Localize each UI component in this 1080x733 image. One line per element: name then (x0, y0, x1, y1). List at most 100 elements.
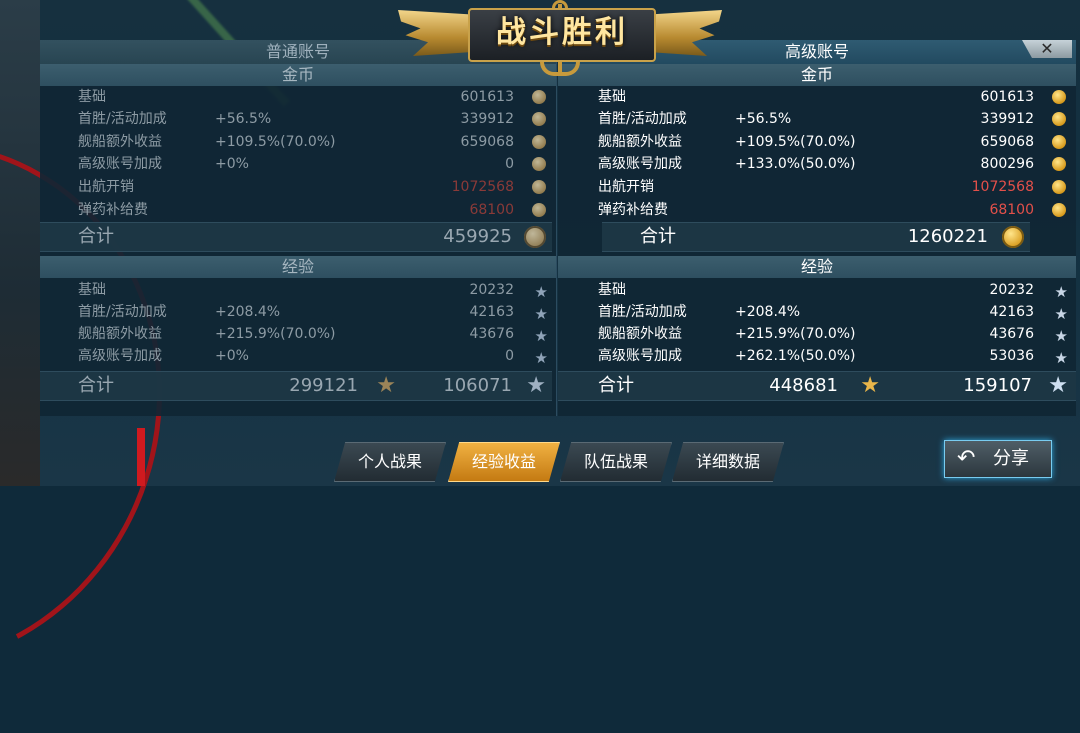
row-label: 高级账号加成 (78, 348, 162, 364)
star-icon: ★ (534, 283, 548, 301)
row-bonus: +215.9%(70.0%) (215, 326, 336, 342)
share-label: 分享 (993, 448, 1029, 469)
coin-icon (532, 180, 546, 194)
coin-icon (1052, 157, 1066, 171)
row-label: 高级账号加成 (598, 348, 682, 364)
row-label: 基础 (598, 282, 626, 298)
row-bonus: +0% (215, 156, 249, 172)
gold-total-value: 1260221 (907, 226, 988, 247)
star-icon: ★ (534, 327, 548, 345)
gold-row: 弹药补给费 68100 (40, 199, 556, 221)
row-value: 20232 (989, 282, 1034, 298)
total-label: 合计 (78, 375, 114, 396)
row-value: 339912 (980, 111, 1034, 127)
exp-total-silver-value: 106071 (443, 375, 512, 396)
silver-star-icon: ★ (526, 373, 546, 398)
total-label: 合计 (640, 226, 676, 247)
star-icon: ★ (1054, 283, 1068, 301)
tab-exp-earnings[interactable]: 经验收益 (448, 442, 560, 482)
row-value: 601613 (460, 89, 514, 105)
coin-icon (1052, 203, 1066, 217)
row-value: 43676 (989, 326, 1034, 342)
exp-total-gold-value: 448681 (769, 375, 838, 396)
row-bonus: +109.5%(70.0%) (735, 134, 856, 150)
row-value: 800296 (980, 156, 1034, 172)
coin-icon (524, 226, 546, 248)
silver-star-icon: ★ (1048, 373, 1068, 398)
row-bonus: +56.5% (735, 111, 792, 127)
gold-row: 首胜/活动加成 +56.5% 339912 (558, 108, 1076, 130)
row-value: 0 (505, 348, 514, 364)
star-icon: ★ (534, 349, 548, 367)
coin-icon (1052, 135, 1066, 149)
gold-row: 基础 601613 (40, 86, 556, 108)
row-value-cost: 68100 (469, 202, 514, 218)
coin-icon (532, 203, 546, 217)
row-label: 舰船额外收益 (78, 326, 162, 342)
exp-total-silver-value: 159107 (963, 375, 1032, 396)
exp-row: 舰船额外收益 +215.9%(70.0%) 43676 ★ (558, 323, 1076, 345)
total-label: 合计 (598, 375, 634, 396)
row-bonus: +109.5%(70.0%) (215, 134, 336, 150)
row-label: 舰船额外收益 (598, 326, 682, 342)
row-label: 舰船额外收益 (78, 134, 162, 150)
tab-personal-results[interactable]: 个人战果 (334, 442, 446, 482)
row-label: 出航开销 (78, 179, 134, 195)
exp-section-header: 经验 (40, 256, 556, 278)
exp-section-header: 经验 (558, 256, 1076, 278)
gold-row: 基础 601613 (558, 86, 1076, 108)
row-label: 首胜/活动加成 (78, 111, 167, 127)
row-bonus: +208.4% (215, 304, 281, 320)
row-value: 42163 (989, 304, 1034, 320)
star-icon: ★ (1054, 305, 1068, 323)
exp-total-row: 合计 448681 ★ 159107 ★ (558, 371, 1076, 401)
gold-total-row: 合计 459925 (40, 222, 552, 252)
battle-result-title: 战斗胜利 (496, 15, 628, 50)
gold-row: 舰船额外收益 +109.5%(70.0%) 659068 (40, 131, 556, 153)
row-value: 339912 (460, 111, 514, 127)
row-bonus: +208.4% (735, 304, 801, 320)
row-bonus: +215.9%(70.0%) (735, 326, 856, 342)
row-value: 601613 (980, 89, 1034, 105)
coin-icon (1052, 112, 1066, 126)
gold-star-icon: ★ (860, 373, 880, 398)
row-label: 基础 (598, 89, 626, 105)
coin-icon (532, 157, 546, 171)
exp-total-gold-value: 299121 (289, 375, 358, 396)
exp-row: 高级账号加成 +262.1%(50.0%) 53036 ★ (558, 345, 1076, 367)
exp-row: 高级账号加成 +0% 0 ★ (40, 345, 556, 367)
row-label: 基础 (78, 282, 106, 298)
exp-row: 舰船额外收益 +215.9%(70.0%) 43676 ★ (40, 323, 556, 345)
gold-row: 舰船额外收益 +109.5%(70.0%) 659068 (558, 131, 1076, 153)
row-label: 高级账号加成 (78, 156, 162, 172)
row-value: 43676 (469, 326, 514, 342)
tab-detailed-data[interactable]: 详细数据 (672, 442, 784, 482)
gold-row: 高级账号加成 +0% 0 (40, 153, 556, 175)
exp-row: 基础 20232 ★ (40, 279, 556, 301)
exp-row: 首胜/活动加成 +208.4% 42163 ★ (558, 301, 1076, 323)
row-value-cost: 68100 (989, 202, 1034, 218)
row-bonus: +133.0%(50.0%) (735, 156, 856, 172)
exp-total-row: 合计 299121 ★ 106071 ★ (40, 371, 552, 401)
gold-row: 首胜/活动加成 +56.5% 339912 (40, 108, 556, 130)
row-value: 0 (505, 156, 514, 172)
total-label: 合计 (78, 226, 114, 247)
exp-row: 基础 20232 ★ (558, 279, 1076, 301)
row-value-cost: 1072568 (451, 179, 514, 195)
tab-team-results[interactable]: 队伍战果 (560, 442, 672, 482)
coin-icon (532, 90, 546, 104)
row-bonus: +262.1%(50.0%) (735, 348, 856, 364)
row-label: 弹药补给费 (78, 202, 148, 218)
row-label: 出航开销 (598, 179, 654, 195)
star-icon: ★ (1054, 327, 1068, 345)
star-icon: ★ (534, 305, 548, 323)
row-label: 弹药补给费 (598, 202, 668, 218)
row-label: 首胜/活动加成 (598, 111, 687, 127)
coin-icon (532, 112, 546, 126)
coin-icon (532, 135, 546, 149)
gold-total-row: 合计 1260221 (602, 222, 1030, 252)
row-value: 42163 (469, 304, 514, 320)
row-bonus: +0% (215, 348, 249, 364)
row-label: 基础 (78, 89, 106, 105)
share-button[interactable]: ↶ 分享 (944, 440, 1052, 478)
